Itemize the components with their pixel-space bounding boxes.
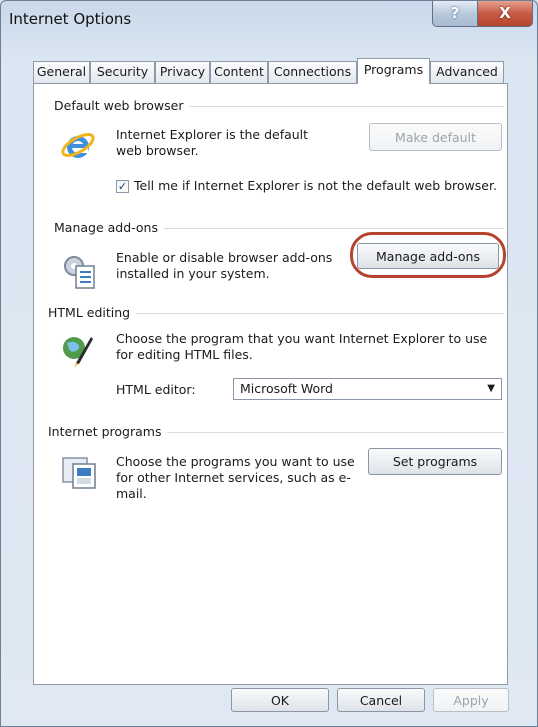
ok-button[interactable]: OK	[231, 688, 329, 712]
help-icon: ?	[450, 4, 460, 22]
html-editor-icon	[59, 331, 95, 371]
default-browser-checkbox[interactable]: ✓	[116, 180, 129, 193]
apply-button[interactable]: Apply	[433, 688, 509, 712]
manage-addons-description: Enable or disable browser add-ons instal…	[116, 250, 333, 281]
default-browser-checkbox-label: Tell me if Internet Explorer is not the …	[134, 178, 497, 193]
manage-addons-button[interactable]: Manage add-ons	[357, 243, 499, 269]
chevron-down-icon: ▼	[487, 383, 495, 394]
tab-connections[interactable]: Connections	[268, 61, 357, 83]
title-bar[interactable]: Internet Options ? X	[1, 1, 537, 37]
html-editor-label: HTML editor:	[116, 382, 196, 397]
close-button[interactable]: X	[477, 1, 533, 27]
manage-addons-group-title: Manage add-ons	[54, 220, 164, 235]
tab-privacy[interactable]: Privacy	[155, 61, 210, 83]
tab-advanced[interactable]: Advanced	[430, 61, 504, 83]
internet-programs-group-title: Internet programs	[48, 424, 168, 439]
help-button[interactable]: ?	[432, 1, 478, 27]
tab-programs[interactable]: Programs	[357, 58, 430, 84]
programs-icon	[61, 456, 99, 490]
internet-options-window: Internet Options ? X General Security Pr…	[0, 0, 538, 727]
tab-content[interactable]: Content	[210, 61, 268, 83]
internet-programs-description: Choose the programs you want to use for …	[116, 454, 355, 501]
programs-panel: Default web browser Internet Explorer is…	[33, 83, 508, 685]
default-browser-group-title: Default web browser	[54, 98, 190, 113]
cancel-button[interactable]: Cancel	[337, 688, 425, 712]
internet-explorer-icon	[59, 127, 97, 165]
html-editing-group-title: HTML editing	[48, 305, 137, 320]
html-editor-value: Microsoft Word	[240, 381, 333, 396]
html-editor-select[interactable]: Microsoft Word ▼	[233, 378, 502, 400]
make-default-button[interactable]: Make default	[369, 123, 502, 151]
window-title: Internet Options	[9, 10, 132, 28]
tab-security[interactable]: Security	[90, 61, 155, 83]
set-programs-button[interactable]: Set programs	[368, 448, 502, 475]
close-icon: X	[499, 4, 511, 22]
html-editing-description: Choose the program that you want Interne…	[116, 331, 488, 362]
add-ons-gears-icon	[60, 252, 98, 290]
default-browser-description: Internet Explorer is the default web bro…	[116, 127, 309, 158]
tab-general[interactable]: General	[33, 61, 90, 83]
